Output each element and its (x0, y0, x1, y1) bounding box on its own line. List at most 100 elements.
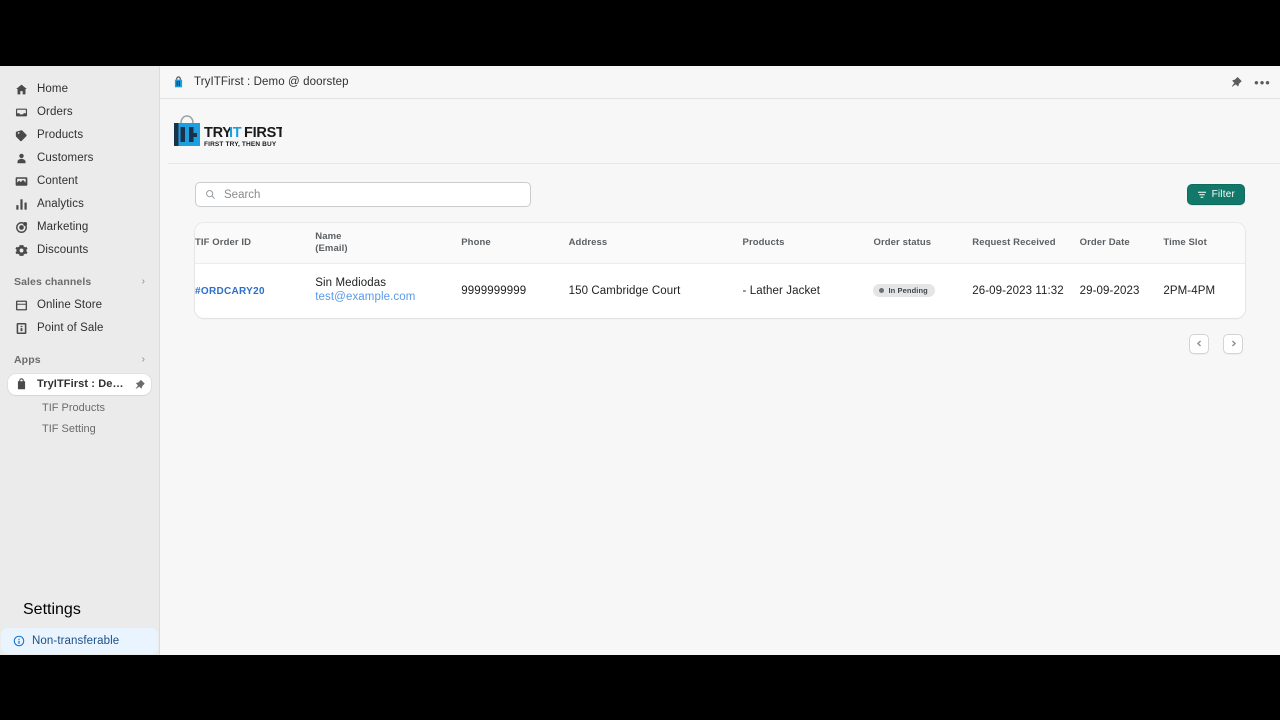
sidebar-item-settings[interactable]: Settings (8, 600, 151, 632)
svg-text:IT: IT (229, 125, 242, 141)
cell-products: - Lather Jacket (742, 284, 821, 297)
sidebar-label-settings: Settings (23, 600, 81, 618)
sidebar-item-customers[interactable]: Customers (8, 149, 151, 168)
sidebar-subitem-tif-setting[interactable]: TIF Setting (8, 420, 151, 438)
column-header-name-sublabel: (Email) (315, 242, 348, 254)
main-column: TryITFirst : Demo @ doorstep ••• TRY IT … (160, 66, 1280, 655)
chevron-left-icon (1196, 340, 1203, 347)
status-badge: In Pending (873, 284, 935, 298)
customer-name: Sin Mediodas (315, 276, 387, 289)
sidebar-item-online-store[interactable]: Online Store (8, 296, 151, 315)
table-row[interactable]: #ORDCARY20 Sin Mediodas test@example.com… (195, 263, 1245, 317)
sidebar-item-point-of-sale[interactable]: Point of Sale (8, 319, 151, 338)
orders-inbox-icon (14, 106, 28, 120)
sidebar-subitem-tif-products[interactable]: TIF Products (8, 399, 151, 417)
cell-phone: 9999999999 (461, 284, 527, 297)
sidebar-label-orders: Orders (37, 105, 73, 118)
sidebar-item-discounts[interactable]: Discounts (8, 241, 151, 260)
sidebar-nav: Home Orders Products Customers Content A… (0, 66, 159, 600)
embedded-app-topbar: TryITFirst : Demo @ doorstep ••• (160, 66, 1280, 99)
sidebar-label-home: Home (37, 82, 69, 95)
letterbox-top (0, 0, 1280, 66)
table-head: TIF Order ID Name (Email) Phone Address … (195, 223, 1245, 264)
column-header-products[interactable]: Products (742, 223, 874, 264)
column-header-time-slot[interactable]: Time Slot (1163, 223, 1245, 264)
tif-bag-icon (14, 378, 28, 392)
filter-button[interactable]: Filter (1186, 184, 1245, 205)
cell-request-received: 26-09-2023 11:32 (972, 284, 1064, 297)
pin-icon[interactable] (1228, 75, 1243, 90)
pin-icon[interactable] (134, 379, 145, 390)
svg-text:FIRST: FIRST (244, 125, 282, 141)
brand-header: TRY IT FIRST FIRST TRY, THEN BUY (160, 99, 1280, 164)
column-header-order-status[interactable]: Order status (873, 223, 973, 264)
search-input[interactable] (224, 188, 521, 201)
table-header-row: TIF Order ID Name (Email) Phone Address … (195, 223, 1245, 264)
column-header-request-received[interactable]: Request Received (972, 223, 1080, 264)
sidebar-section-apps[interactable]: Apps › (14, 352, 145, 368)
sidebar-section-label-sales-channels: Sales channels (14, 276, 92, 288)
chevron-right-icon: › (141, 354, 145, 365)
customer-email-link[interactable]: test@example.com (315, 290, 461, 306)
cell-address: 150 Cambridge Court (568, 284, 681, 297)
cell-time-slot: 2PM-4PM (1163, 284, 1216, 297)
sidebar-item-content[interactable]: Content (8, 172, 151, 191)
column-header-address[interactable]: Address (568, 223, 743, 264)
marketing-target-icon (14, 221, 28, 235)
info-circle-icon (13, 635, 25, 647)
sidebar-item-marketing[interactable]: Marketing (8, 218, 151, 237)
chevron-right-icon (1230, 340, 1237, 347)
status-badge-label: In Pending (888, 286, 928, 296)
sidebar-section-sales-channels[interactable]: Sales channels › (14, 274, 145, 290)
non-transferable-banner[interactable]: Non-transferable (1, 628, 158, 654)
sidebar-label-content: Content (37, 174, 78, 187)
products-tag-icon (14, 129, 28, 143)
sidebar-item-products[interactable]: Products (8, 126, 151, 145)
embedded-app-body: TRY IT FIRST FIRST TRY, THEN BUY Search … (160, 99, 1280, 655)
sidebar-label-online-store: Online Store (37, 298, 103, 311)
sidebar-item-home[interactable]: Home (8, 80, 151, 99)
column-header-order-date[interactable]: Order Date (1079, 223, 1164, 264)
column-header-order-id[interactable]: TIF Order ID (195, 223, 316, 264)
more-options-icon[interactable]: ••• (1254, 75, 1270, 90)
chevron-right-icon: › (141, 276, 145, 287)
online-store-icon (14, 299, 28, 313)
order-id-link[interactable]: #ORDCARY20 (195, 286, 265, 297)
analytics-bars-icon (14, 198, 28, 212)
status-dot-icon (879, 288, 885, 294)
svg-text:FIRST TRY, THEN BUY: FIRST TRY, THEN BUY (204, 141, 277, 148)
sidebar: Home Orders Products Customers Content A… (0, 66, 160, 655)
pagination-previous-button[interactable] (1189, 333, 1209, 354)
point-of-sale-icon (14, 322, 28, 336)
sidebar-item-orders[interactable]: Orders (8, 103, 151, 122)
column-header-phone[interactable]: Phone (461, 223, 569, 264)
non-transferable-label: Non-transferable (32, 635, 120, 647)
brand-logo: TRY IT FIRST FIRST TRY, THEN BUY (168, 113, 1280, 153)
sidebar-label-discounts: Discounts (37, 243, 89, 256)
search-box[interactable] (195, 182, 531, 207)
orders-table: TIF Order ID Name (Email) Phone Address … (195, 223, 1245, 318)
sidebar-label-analytics: Analytics (37, 197, 84, 210)
search-icon (205, 189, 216, 200)
column-header-name[interactable]: Name (Email) (315, 223, 462, 264)
sidebar-item-tryitfirst-app[interactable]: TryITFirst : Demo @ d... (8, 374, 151, 395)
app-shell: Home Orders Products Customers Content A… (0, 66, 1280, 655)
sidebar-label-point-of-sale: Point of Sale (37, 321, 104, 334)
cell-order-id: #ORDCARY20 (195, 263, 315, 317)
pagination-next-button[interactable] (1223, 333, 1243, 354)
sidebar-section-label-apps: Apps (14, 354, 41, 366)
sidebar-label-products: Products (37, 128, 84, 141)
embedded-app-title: TryITFirst : Demo @ doorstep (194, 76, 349, 88)
content-icon (14, 175, 28, 189)
column-header-name-label: Name (315, 231, 342, 242)
sidebar-label-customers: Customers (37, 151, 94, 164)
customers-person-icon (14, 152, 28, 166)
sidebar-label-marketing: Marketing (37, 220, 89, 233)
letterbox-bottom (0, 655, 1280, 720)
sidebar-item-analytics[interactable]: Analytics (8, 195, 151, 214)
content-area: Filter TIF Order ID Name (Email) (160, 164, 1280, 354)
orders-table-card: TIF Order ID Name (Email) Phone Address … (195, 223, 1245, 318)
pagination (195, 333, 1245, 354)
svg-text:TRY: TRY (204, 125, 232, 141)
screen-viewport: Home Orders Products Customers Content A… (0, 0, 1280, 720)
